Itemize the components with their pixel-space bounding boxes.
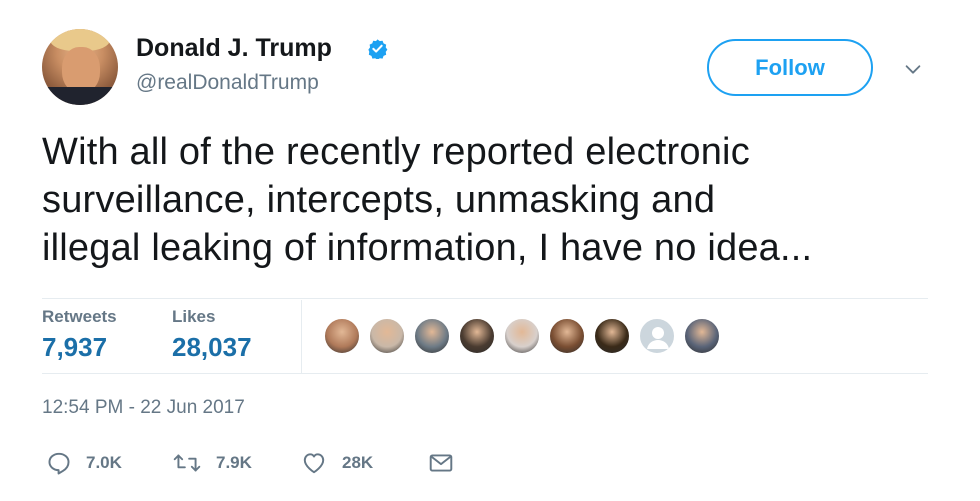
retweets-count[interactable]: 7,937 (42, 332, 107, 363)
liker-avatar-3[interactable] (414, 318, 450, 354)
default-avatar-icon[interactable] (639, 318, 675, 354)
tweet-line: With all of the recently reported electr… (42, 131, 750, 173)
reply-icon (48, 452, 70, 475)
stats-bottom-divider (42, 373, 928, 374)
retweet-icon (173, 454, 201, 472)
like-action[interactable]: 28K (300, 448, 373, 478)
liker-avatar-9[interactable] (684, 318, 720, 354)
retweet-count: 7.9K (216, 453, 252, 472)
tweet-line: surveillance, intercepts, unmasking and (42, 179, 716, 221)
liker-avatar-5[interactable] (504, 318, 540, 354)
liker-avatar-6[interactable] (549, 318, 585, 354)
reply-action[interactable]: 7.0K (46, 448, 122, 478)
heart-icon (303, 453, 325, 474)
likes-label[interactable]: Likes (172, 307, 215, 327)
author-avatar[interactable] (42, 29, 118, 105)
liker-avatar-7[interactable] (594, 318, 630, 354)
direct-message-action[interactable] (428, 448, 454, 478)
reply-count: 7.0K (86, 453, 122, 472)
verified-badge-icon (368, 39, 388, 59)
retweets-label[interactable]: Retweets (42, 307, 117, 327)
tweet-timestamp[interactable]: 12:54 PM - 22 Jun 2017 (42, 397, 245, 419)
stats-separator (301, 300, 302, 373)
tweet-line: illegal leaking of information, I have n… (42, 227, 813, 269)
chevron-down-icon[interactable] (902, 58, 924, 80)
envelope-icon (429, 454, 453, 472)
author-handle[interactable]: @realDonaldTrump (136, 71, 319, 95)
author-name[interactable]: Donald J. Trump (136, 34, 332, 63)
liker-avatar-2[interactable] (369, 318, 405, 354)
tweet-text: With all of the recently reported electr… (42, 128, 942, 272)
liker-avatar-1[interactable] (324, 318, 360, 354)
stats-top-divider (42, 298, 928, 299)
follow-button[interactable]: Follow (707, 39, 873, 96)
avatar-suit (42, 87, 118, 105)
liker-avatar-4[interactable] (459, 318, 495, 354)
likes-count[interactable]: 28,037 (172, 332, 252, 363)
like-count: 28K (342, 453, 374, 472)
retweet-action[interactable]: 7.9K (172, 448, 252, 478)
